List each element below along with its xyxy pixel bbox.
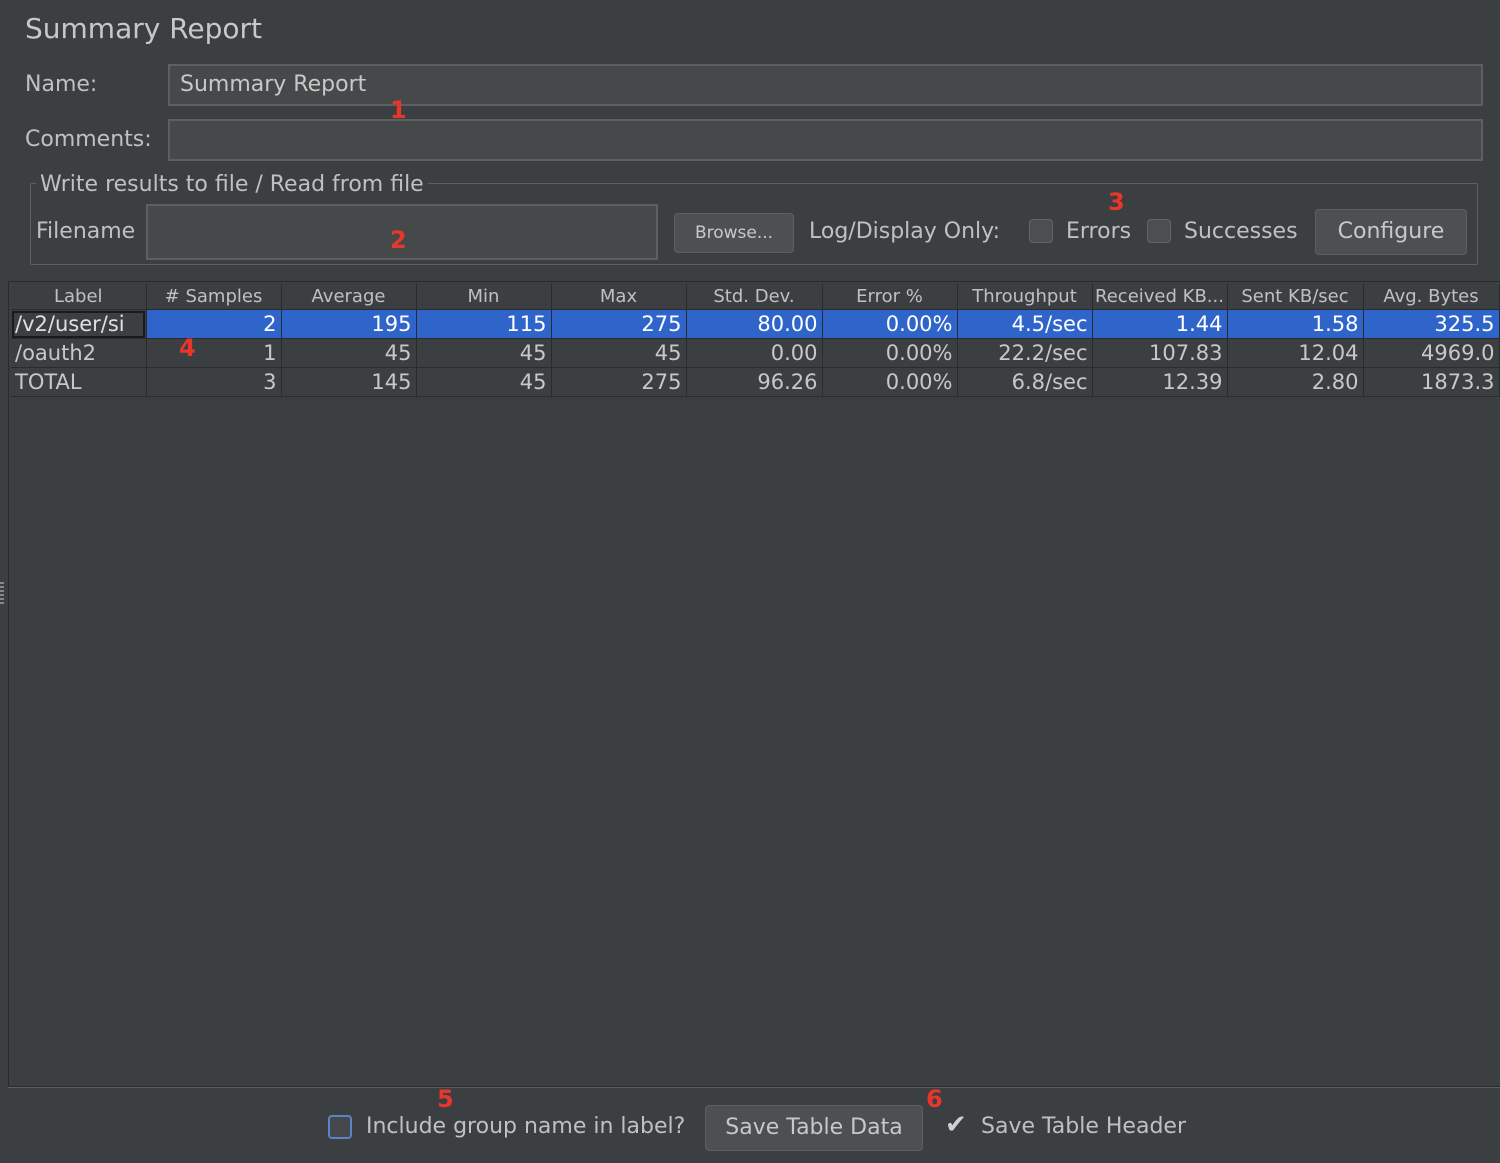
column-header[interactable]: Max <box>551 284 687 310</box>
annotation-marker: 4 <box>179 334 196 362</box>
table-cell[interactable]: 1 <box>146 338 282 368</box>
errors-checkbox[interactable] <box>1029 219 1053 243</box>
table-cell[interactable]: 275 <box>551 367 687 397</box>
table-cell[interactable]: 3 <box>146 367 282 397</box>
footer-divider <box>8 1087 1500 1088</box>
table-cell[interactable]: 1.44 <box>1092 309 1228 339</box>
configure-button[interactable]: Configure <box>1315 209 1467 255</box>
table-cell[interactable]: 145 <box>281 367 417 397</box>
table-cell[interactable]: 195 <box>281 309 417 339</box>
table-cell[interactable]: 22.2/sec <box>957 338 1093 368</box>
column-header[interactable]: Throughput <box>957 284 1093 310</box>
annotation-marker: 1 <box>390 96 407 124</box>
log-display-label: Log/Display Only: <box>809 219 1000 244</box>
table-row[interactable]: TOTAL 3 145 45 275 96.26 0.00% 6.8/sec 1… <box>11 367 1500 397</box>
table-cell[interactable]: 0.00% <box>822 367 958 397</box>
comments-label: Comments: <box>25 127 152 152</box>
browse-button[interactable]: Browse... <box>674 213 794 253</box>
comments-field[interactable] <box>168 119 1483 161</box>
table-row[interactable]: /v2/user/si 2 195 115 275 80.00 0.00% 4.… <box>11 309 1500 339</box>
name-label: Name: <box>25 72 98 97</box>
successes-label: Successes <box>1184 219 1298 244</box>
column-header[interactable]: Label <box>11 284 147 310</box>
save-table-data-button[interactable]: Save Table Data <box>705 1105 923 1151</box>
table-cell[interactable]: 45 <box>416 367 552 397</box>
column-header[interactable]: Error % <box>822 284 958 310</box>
table-cell[interactable]: 2 <box>146 309 282 339</box>
include-group-checkbox[interactable] <box>328 1115 352 1139</box>
table-cell[interactable]: /oauth2 <box>11 338 147 368</box>
results-table-area: Label # Samples Average Min Max Std. Dev… <box>8 281 1500 1087</box>
table-cell[interactable]: 0.00 <box>686 338 823 368</box>
table-cell[interactable]: 4.5/sec <box>957 309 1093 339</box>
include-group-label: Include group name in label? <box>366 1114 686 1139</box>
column-header[interactable]: Sent KB/sec <box>1227 284 1364 310</box>
column-header[interactable]: Average <box>281 284 417 310</box>
table-row[interactable]: /oauth2 1 45 45 45 0.00 0.00% 22.2/sec 1… <box>11 338 1500 368</box>
errors-label: Errors <box>1066 219 1132 244</box>
successes-checkbox[interactable] <box>1147 219 1171 243</box>
table-cell[interactable]: 2.80 <box>1227 367 1364 397</box>
table-cell[interactable]: /v2/user/si <box>11 309 147 339</box>
splitter-grip-icon[interactable] <box>0 582 4 606</box>
table-cell[interactable]: 4969.0 <box>1363 338 1500 368</box>
table-cell[interactable]: 325.5 <box>1363 309 1500 339</box>
column-header[interactable]: # Samples <box>146 284 282 310</box>
annotation-marker: 6 <box>926 1085 943 1113</box>
column-header[interactable]: Min <box>416 284 552 310</box>
table-cell[interactable]: 12.04 <box>1227 338 1364 368</box>
table-header-row: Label # Samples Average Min Max Std. Dev… <box>11 284 1500 310</box>
table-cell[interactable]: 96.26 <box>686 367 823 397</box>
table-cell[interactable]: 6.8/sec <box>957 367 1093 397</box>
table-cell[interactable]: 107.83 <box>1092 338 1228 368</box>
table-cell[interactable]: 115 <box>416 309 552 339</box>
annotation-marker: 3 <box>1108 188 1125 216</box>
annotation-marker: 2 <box>390 226 407 254</box>
table-cell[interactable]: 0.00% <box>822 309 958 339</box>
annotation-marker: 5 <box>437 1085 454 1113</box>
file-group-title: Write results to file / Read from file <box>36 172 428 197</box>
save-table-header-checkbox[interactable]: ✔ <box>945 1110 969 1140</box>
table-cell[interactable]: 1873.3 <box>1363 367 1500 397</box>
table-cell[interactable]: 1.58 <box>1227 309 1364 339</box>
name-field[interactable]: Summary Report <box>168 64 1483 106</box>
summary-table: Label # Samples Average Min Max Std. Dev… <box>11 284 1500 397</box>
column-header[interactable]: Std. Dev. <box>686 284 823 310</box>
filename-label: Filename <box>36 219 136 244</box>
column-header[interactable]: Received KB... <box>1092 284 1228 310</box>
table-cell[interactable]: 275 <box>551 309 687 339</box>
table-cell[interactable]: TOTAL <box>11 367 147 397</box>
table-cell[interactable]: 12.39 <box>1092 367 1228 397</box>
summary-report-panel: Summary Report Name: Summary Report Comm… <box>0 0 1500 1163</box>
table-cell[interactable]: 0.00% <box>822 338 958 368</box>
table-cell[interactable]: 45 <box>281 338 417 368</box>
checkmark-icon: ✔ <box>945 1110 967 1140</box>
page-title: Summary Report <box>25 12 263 45</box>
save-table-header-label: Save Table Header <box>981 1114 1186 1139</box>
column-header[interactable]: Avg. Bytes <box>1363 284 1500 310</box>
table-cell[interactable]: 45 <box>416 338 552 368</box>
table-cell[interactable]: 80.00 <box>686 309 823 339</box>
table-cell[interactable]: 45 <box>551 338 687 368</box>
